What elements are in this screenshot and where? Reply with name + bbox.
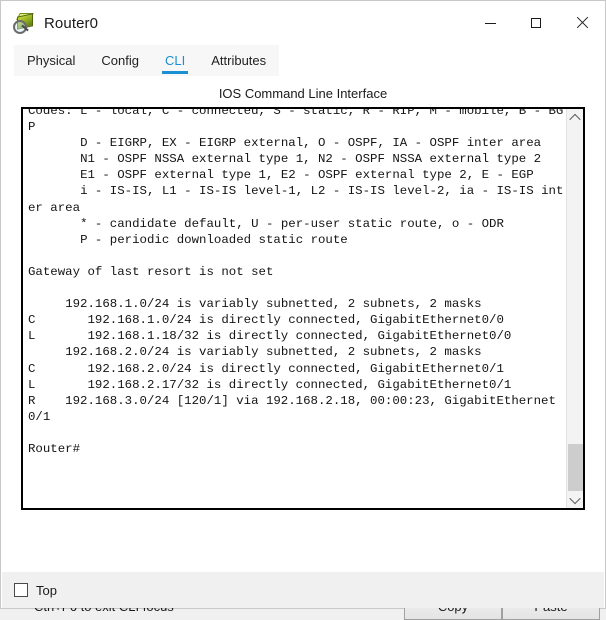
chevron-down-icon[interactable]: [567, 491, 583, 508]
router-magnifier-icon: [13, 12, 35, 34]
terminal-area[interactable]: Codes: L - local, C - connected, S - sta…: [21, 107, 585, 510]
tab-attributes-label: Attributes: [211, 53, 267, 68]
tab-physical[interactable]: Physical: [14, 45, 89, 76]
terminal-scrollbar[interactable]: [566, 109, 583, 508]
tab-cli[interactable]: CLI: [152, 45, 199, 76]
close-icon: [576, 17, 588, 29]
top-checkbox-label: Top: [36, 582, 57, 598]
maximize-button[interactable]: [513, 1, 559, 45]
panel-heading: IOS Command Line Interface: [218, 86, 388, 101]
close-button[interactable]: [559, 1, 605, 45]
tab-strip: Physical Config CLI Attributes: [14, 45, 592, 76]
tab-attributes[interactable]: Attributes: [198, 45, 280, 76]
top-checkbox[interactable]: [14, 583, 28, 597]
footer-bar: Top: [2, 572, 604, 608]
terminal-output: Codes: L - local, C - connected, S - sta…: [28, 107, 564, 456]
tab-config-label: Config: [101, 53, 139, 68]
minimize-button[interactable]: [467, 1, 513, 45]
window-controls: [467, 1, 605, 45]
scrollbar-thumb[interactable]: [568, 444, 583, 494]
cli-tab-panel: IOS Command Line Interface Codes: L - lo…: [14, 76, 600, 620]
tab-cli-label: CLI: [165, 53, 186, 68]
tab-config[interactable]: Config: [88, 45, 152, 76]
minimize-icon: [484, 23, 496, 24]
router-cli-window: Router0 Physical Config CLI Attributes I…: [0, 0, 606, 620]
maximize-icon: [531, 18, 541, 28]
title-bar: Router0: [1, 1, 605, 45]
chevron-up-icon[interactable]: [567, 109, 583, 126]
top-checkbox-row[interactable]: Top: [14, 583, 57, 598]
window-title: Router0: [44, 14, 99, 32]
tab-strip-filler: [279, 45, 592, 76]
tab-physical-label: Physical: [27, 53, 76, 68]
